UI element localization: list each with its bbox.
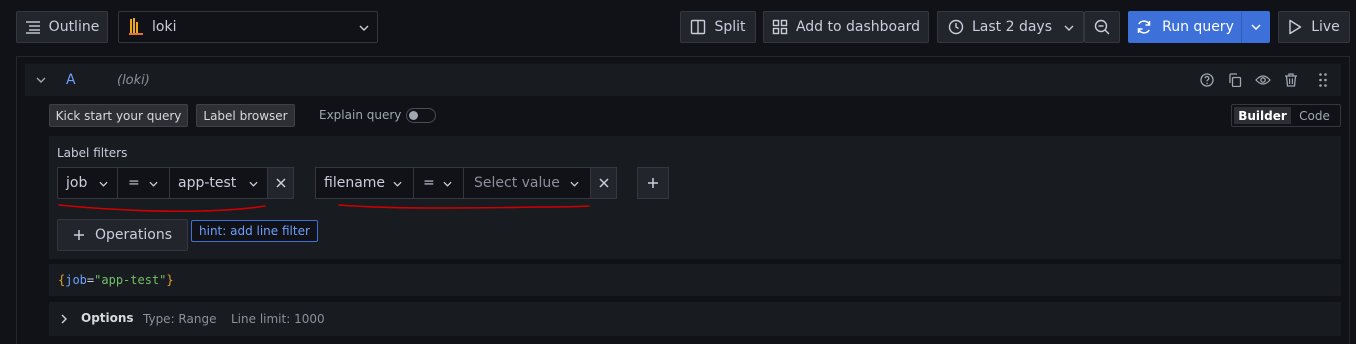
query-operator: = [86, 273, 95, 287]
filter-label-select[interactable]: filename [315, 167, 414, 199]
operations-label: Operations [95, 227, 172, 243]
split-button[interactable]: Split [680, 11, 756, 43]
query-label-key: job [65, 273, 87, 287]
label-browser-button[interactable]: Label browser [196, 104, 295, 127]
line-filter-hint-text: hint: add line filter [199, 224, 310, 238]
eye-icon[interactable] [1255, 74, 1271, 86]
trash-icon[interactable] [1284, 73, 1298, 87]
drag-handle-icon[interactable] [1319, 73, 1327, 87]
outline-button[interactable]: Outline [16, 11, 108, 43]
filter-label-value: filename [324, 175, 386, 191]
filter-value-placeholder: Select value [474, 175, 560, 191]
close-icon [275, 178, 286, 188]
outline-label: Outline [48, 19, 100, 35]
time-range-label: Last 2 days [972, 19, 1053, 35]
query-header-row [25, 64, 1341, 96]
filter-operator-value: = [423, 175, 435, 191]
code-label: Code [1299, 108, 1330, 123]
copy-icon[interactable] [1228, 73, 1242, 87]
loki-logo-icon [129, 18, 143, 35]
label-filters-title: Label filters [57, 146, 128, 160]
live-button[interactable]: Live [1278, 11, 1350, 43]
play-icon [1289, 19, 1302, 35]
chevron-down-icon [359, 25, 369, 31]
chevron-right-icon[interactable] [61, 314, 67, 324]
chevron-down-icon [443, 181, 452, 187]
remove-filter-button[interactable] [267, 167, 294, 199]
chevron-down-icon [249, 181, 258, 187]
zoom-out-icon [1094, 19, 1110, 35]
kick-start-label: Kick start your query [55, 108, 182, 123]
run-query-label: Run query [1162, 19, 1234, 35]
live-label: Live [1311, 19, 1340, 35]
explain-query-label: Explain query [319, 108, 402, 122]
builder-mode-tab[interactable]: Builder [1234, 107, 1291, 124]
apps-icon [772, 19, 788, 35]
time-range-picker[interactable]: Last 2 days [937, 11, 1084, 43]
remove-filter-button[interactable] [590, 167, 617, 199]
run-query-button[interactable]: Run query [1128, 11, 1242, 43]
filter-value-text: app-test [178, 175, 237, 191]
run-query-options-button[interactable] [1241, 11, 1270, 43]
filter-value-select[interactable]: app-test [169, 167, 268, 199]
close-icon [598, 178, 609, 188]
kick-start-query-button[interactable]: Kick start your query [49, 104, 188, 127]
filter-label-value: job [66, 175, 88, 191]
chevron-down-icon [393, 181, 402, 187]
filter-operator-select[interactable]: = [117, 167, 170, 199]
chevron-down-icon [570, 181, 579, 187]
query-close-brace: } [166, 273, 174, 287]
add-to-dashboard-button[interactable]: Add to dashboard [763, 11, 929, 43]
chevron-down-icon [1064, 25, 1074, 31]
options-label[interactable]: Options [81, 311, 134, 325]
plus-icon [648, 178, 658, 188]
collapse-chevron-icon[interactable] [36, 77, 46, 83]
chevron-down-icon [99, 181, 108, 187]
label-browser-label: Label browser [203, 108, 288, 123]
plus-icon [74, 230, 85, 240]
query-open-brace: { [58, 273, 66, 287]
split-icon [691, 19, 706, 35]
help-icon[interactable] [1200, 73, 1214, 87]
options-query-type: Type: Range [143, 312, 217, 326]
zoom-out-button[interactable] [1084, 11, 1120, 43]
filter-operator-select[interactable]: = [413, 167, 464, 199]
filter-operator-value: = [128, 175, 140, 191]
clock-icon [948, 19, 964, 35]
add-filter-button[interactable] [637, 167, 669, 199]
filter-label-select[interactable]: job [57, 167, 118, 199]
outline-icon [25, 21, 40, 34]
add-to-dashboard-label: Add to dashboard [795, 19, 921, 35]
query-datasource-hint: (loki) [117, 73, 150, 88]
line-filter-hint[interactable]: hint: add line filter [191, 220, 318, 242]
chevron-down-icon [1250, 24, 1261, 30]
toggle-knob [409, 111, 418, 120]
explain-query-toggle[interactable] [406, 108, 436, 123]
red-underline-annotation [58, 204, 590, 213]
code-mode-tab[interactable]: Code [1292, 107, 1337, 124]
datasource-name: loki [152, 19, 177, 35]
options-line-limit: Line limit: 1000 [231, 312, 325, 326]
query-ref-id[interactable]: A [66, 72, 76, 88]
builder-label: Builder [1238, 108, 1287, 123]
query-preview: { job = "app-test" } [49, 264, 1341, 296]
filter-value-select[interactable]: Select value [463, 167, 591, 199]
chevron-down-icon [149, 181, 158, 187]
sync-icon [1137, 20, 1151, 34]
datasource-picker[interactable]: loki [118, 11, 378, 43]
operations-button[interactable]: Operations [57, 219, 188, 251]
query-label-value: "app-test" [94, 273, 167, 287]
split-label: Split [714, 19, 746, 35]
